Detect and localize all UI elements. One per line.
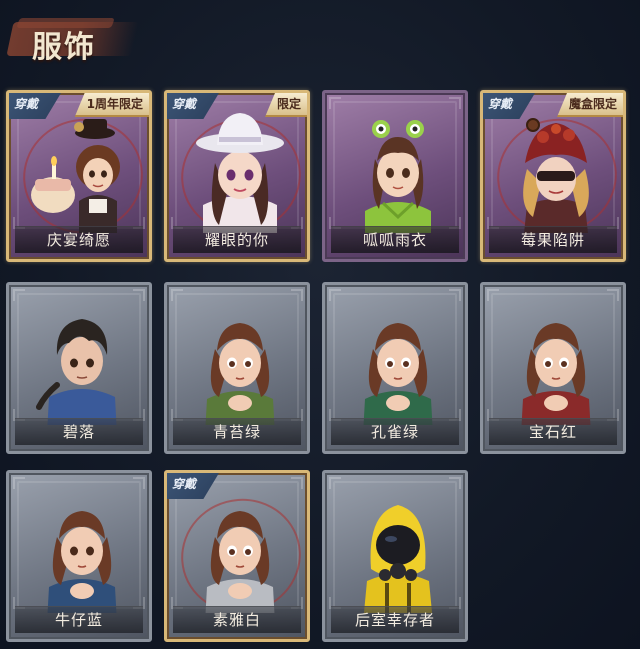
outfit-card-baoshihong[interactable]: 宝石红 bbox=[480, 282, 626, 454]
outfit-card-biluo[interactable]: 碧落 bbox=[6, 282, 152, 454]
outfit-card-niuzailan[interactable]: 牛仔蓝 bbox=[6, 470, 152, 642]
card-frame: 宝石红 bbox=[480, 282, 626, 454]
outfit-name: 庆宴绮愿 bbox=[15, 226, 143, 253]
character-portrait bbox=[363, 505, 433, 613]
outfit-card-meiguo[interactable]: 穿戴 魔盒限定 莓果陷阱 bbox=[480, 90, 626, 262]
card-frame: 孔雀绿 bbox=[322, 282, 468, 454]
limited-badge: 魔盒限定 bbox=[556, 93, 623, 117]
outfit-name: 孔雀绿 bbox=[331, 418, 459, 445]
outfit-card-suyabai[interactable]: 穿戴 素雅白 bbox=[164, 470, 310, 642]
section-header: 服饰 bbox=[6, 14, 140, 65]
card-frame: 牛仔蓝 bbox=[6, 470, 152, 642]
outfit-card-yaoyan[interactable]: 穿戴 限定 耀眼的你 bbox=[164, 90, 310, 262]
card-frame: 穿戴 1周年限定 庆宴绮愿 bbox=[6, 90, 152, 262]
card-frame: 后室幸存者 bbox=[322, 470, 468, 642]
outfit-card-guagua[interactable]: 呱呱雨衣 bbox=[322, 90, 468, 262]
outfit-name: 宝石红 bbox=[489, 418, 617, 445]
outfit-card-kongquelv[interactable]: 孔雀绿 bbox=[322, 282, 468, 454]
outfit-card-qingtailv[interactable]: 青苔绿 bbox=[164, 282, 310, 454]
character-portrait bbox=[521, 323, 591, 425]
card-frame: 穿戴 魔盒限定 莓果陷阱 bbox=[480, 90, 626, 262]
character-portrait bbox=[363, 323, 433, 425]
outfit-card-qingyan[interactable]: 穿戴 1周年限定 庆宴绮愿 bbox=[6, 90, 152, 262]
outfit-name: 牛仔蓝 bbox=[15, 606, 143, 633]
card-frame: 穿戴 限定 耀眼的你 bbox=[164, 90, 310, 262]
card-frame: 穿戴 素雅白 bbox=[164, 470, 310, 642]
outfit-name: 呱呱雨衣 bbox=[331, 226, 459, 253]
card-frame: 青苔绿 bbox=[164, 282, 310, 454]
character-portrait bbox=[205, 323, 275, 425]
limited-badge: 1周年限定 bbox=[74, 93, 149, 117]
outfit-name: 碧落 bbox=[15, 418, 143, 445]
outfit-name: 青苔绿 bbox=[173, 418, 301, 445]
card-frame: 碧落 bbox=[6, 282, 152, 454]
outfit-name: 耀眼的你 bbox=[173, 226, 301, 253]
character-portrait bbox=[47, 511, 117, 613]
outfit-name: 后室幸存者 bbox=[331, 606, 459, 633]
outfit-name: 莓果陷阱 bbox=[489, 226, 617, 253]
outfit-card-houshi[interactable]: 后室幸存者 bbox=[322, 470, 468, 642]
character-portrait bbox=[365, 120, 431, 233]
card-frame: 呱呱雨衣 bbox=[322, 90, 468, 262]
outfit-name: 素雅白 bbox=[173, 606, 301, 633]
character-portrait bbox=[36, 319, 117, 425]
section-title: 服饰 bbox=[32, 30, 96, 65]
